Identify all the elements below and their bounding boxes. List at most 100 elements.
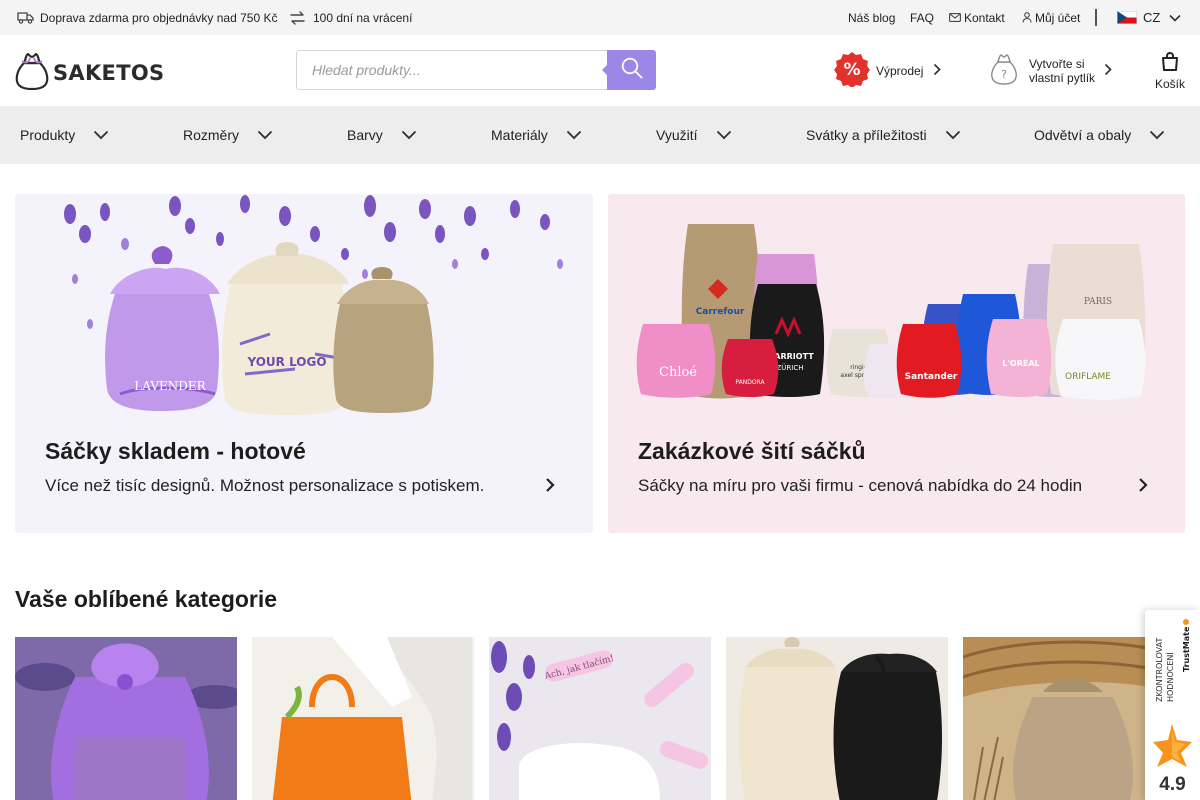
czech-flag-icon <box>1117 11 1137 24</box>
svg-text:PARIS: PARIS <box>1084 297 1112 307</box>
santander-text: Santander <box>905 372 958 382</box>
custom-bags-illustration: Carrefour PARIS MARRIOTT ZÜRICH Chloé PA… <box>636 224 1146 400</box>
free-shipping-notice: Doprava zdarma pro objednávky nad 750 Kč <box>17 0 277 35</box>
hero-right-subtitle: Sáčky na míru pro vaši firmu - cenová na… <box>638 476 1083 495</box>
chevron-down-icon <box>927 127 961 143</box>
your-logo-text: YOUR LOGO <box>246 355 326 369</box>
sale-label: Výprodej <box>876 63 924 78</box>
nav-item-sizes[interactable]: Rozměry <box>183 106 273 164</box>
trustmate-brand-text: TrustMate <box>1182 626 1191 672</box>
nav-item-industries[interactable]: Odvětví a obaly <box>1034 106 1165 164</box>
trustmate-label: ZKONTROLOVAT HODNOCENÍ <box>1155 638 1175 702</box>
hero-card-custom-sewing[interactable]: Carrefour PARIS MARRIOTT ZÜRICH Chloé PA… <box>608 194 1185 533</box>
language-selector[interactable]: CZ <box>1117 0 1181 35</box>
chevron-right-icon <box>933 63 942 79</box>
nav-item-label: Rozměry <box>183 127 240 143</box>
free-shipping-text: Doprava zdarma pro objednávky nad 750 Kč <box>40 10 278 25</box>
svg-text:L'ORÉAL: L'ORÉAL <box>1002 357 1039 368</box>
chevron-down-icon <box>548 127 582 143</box>
category-tile-lavender-bags[interactable]: Ach, jak tlačím! <box>489 637 711 800</box>
nav-item-label: Odvětví a obaly <box>1034 127 1132 143</box>
category-tile-shopping-bags[interactable] <box>252 637 474 800</box>
chevron-right-icon <box>545 477 555 498</box>
topbar-divider <box>1095 9 1097 26</box>
lavender-bag-text: LAVENDER <box>134 379 206 393</box>
chevron-down-icon <box>698 127 732 143</box>
top-info-bar: Doprava zdarma pro objednávky nad 750 Kč… <box>0 0 1200 35</box>
main-navigation: Produkty Rozměry Barvy Materiály Využití… <box>0 106 1200 164</box>
language-code: CZ <box>1143 10 1161 25</box>
svg-text:PANDORA: PANDORA <box>735 379 765 386</box>
svg-text:ORIFLAME: ORIFLAME <box>1065 372 1111 382</box>
organza-bag-photo <box>15 637 237 800</box>
lavender-sachets-photo: Ach, jak tlačím! <box>489 637 711 800</box>
nav-item-label: Materiály <box>491 127 548 143</box>
svg-text:%: % <box>843 60 860 80</box>
blog-link[interactable]: Náš blog <box>848 0 895 35</box>
hero-left-subtitle: Více než tisíc designů. Možnost personal… <box>45 476 485 495</box>
create-own-bag-line1: Vytvořte si <box>1029 56 1085 71</box>
chevron-right-icon <box>1138 477 1148 498</box>
contact-label: Kontakt <box>964 10 1005 25</box>
category-tile-organza[interactable] <box>15 637 237 800</box>
user-icon <box>1022 12 1032 23</box>
carrefour-text: Carrefour <box>696 307 745 317</box>
nav-item-label: Produkty <box>20 127 76 143</box>
search-button[interactable] <box>602 50 656 90</box>
nav-item-label: Využití <box>656 127 698 143</box>
search-bar <box>296 50 656 90</box>
nav-item-holidays[interactable]: Svátky a příležitosti <box>806 106 961 164</box>
stock-bags-illustration: LAVENDER YOUR LOGO <box>64 195 563 415</box>
logo-text: SAKETOS <box>53 60 165 85</box>
faq-link[interactable]: FAQ <box>910 0 934 35</box>
mail-icon <box>949 13 961 22</box>
hero-right-title: Zakázkové šití sáčků <box>638 438 866 464</box>
cotton-bags-photo <box>726 637 948 800</box>
chloe-text: Chloé <box>659 365 697 380</box>
nav-item-colors[interactable]: Barvy <box>347 106 417 164</box>
chevron-down-icon <box>383 127 417 143</box>
truck-icon <box>17 11 34 24</box>
svg-text:ZÜRICH: ZÜRICH <box>777 363 804 372</box>
chevron-right-icon <box>1104 63 1112 79</box>
site-header: SAKETOS % Výprodej ? <box>0 35 1200 106</box>
nav-item-label: Svátky a příležitosti <box>806 127 927 143</box>
chevron-down-icon <box>1131 127 1165 143</box>
returns-notice: 100 dní na vrácení <box>290 0 412 35</box>
nav-item-label: Barvy <box>347 127 383 143</box>
create-own-bag-line2: vlastní pytlík <box>1029 70 1096 85</box>
orange-tote-photo <box>252 637 474 800</box>
create-own-bag-text: Vytvořte si vlastní pytlík <box>1029 57 1095 85</box>
site-logo[interactable]: SAKETOS <box>15 50 164 95</box>
contact-link[interactable]: Kontakt <box>949 0 1005 35</box>
bag-question-icon: ? <box>990 53 1018 88</box>
create-own-bag-link[interactable]: ? Vytvořte si vlastní pytlík <box>990 53 1112 88</box>
nav-item-products[interactable]: Produkty <box>20 106 109 164</box>
chevron-down-icon <box>75 127 109 143</box>
trustmate-star-icon <box>1152 722 1194 773</box>
favorite-categories-title: Vaše oblíbené kategorie <box>15 586 278 612</box>
search-input[interactable] <box>296 50 607 90</box>
chevron-down-icon <box>239 127 273 143</box>
hero-left-title: Sáčky skladem - hotové <box>45 438 306 464</box>
account-link[interactable]: Můj účet <box>1022 0 1080 35</box>
svg-text:?: ? <box>1001 68 1007 81</box>
nav-item-materials[interactable]: Materiály <box>491 106 582 164</box>
nav-item-usage[interactable]: Využití <box>656 106 732 164</box>
trustmate-score: 4.9 <box>1159 774 1186 795</box>
sale-badge-icon: % <box>834 51 870 90</box>
hero-card-stock-bags[interactable]: LAVENDER YOUR LOGO Sáčky skladem - hotov… <box>15 194 593 533</box>
chevron-down-icon <box>1169 14 1181 22</box>
sale-link[interactable]: % Výprodej <box>834 51 942 90</box>
search-icon <box>621 57 643 84</box>
returns-text: 100 dní na vrácení <box>313 10 413 25</box>
trustmate-line2: HODNOCENÍ <box>1164 652 1175 702</box>
swap-arrows-icon <box>290 10 305 25</box>
account-label: Můj účet <box>1035 10 1081 25</box>
trustmate-widget[interactable]: ZKONTROLOVAT HODNOCENÍ TrustMate 4.9 <box>1145 610 1200 800</box>
trustmate-brand: TrustMate <box>1182 619 1191 672</box>
cart-button[interactable]: Košík <box>1150 51 1190 91</box>
shopping-bag-icon <box>1160 51 1180 74</box>
category-tile-cotton-bags[interactable] <box>726 637 948 800</box>
pouch-logo-icon <box>15 50 49 95</box>
